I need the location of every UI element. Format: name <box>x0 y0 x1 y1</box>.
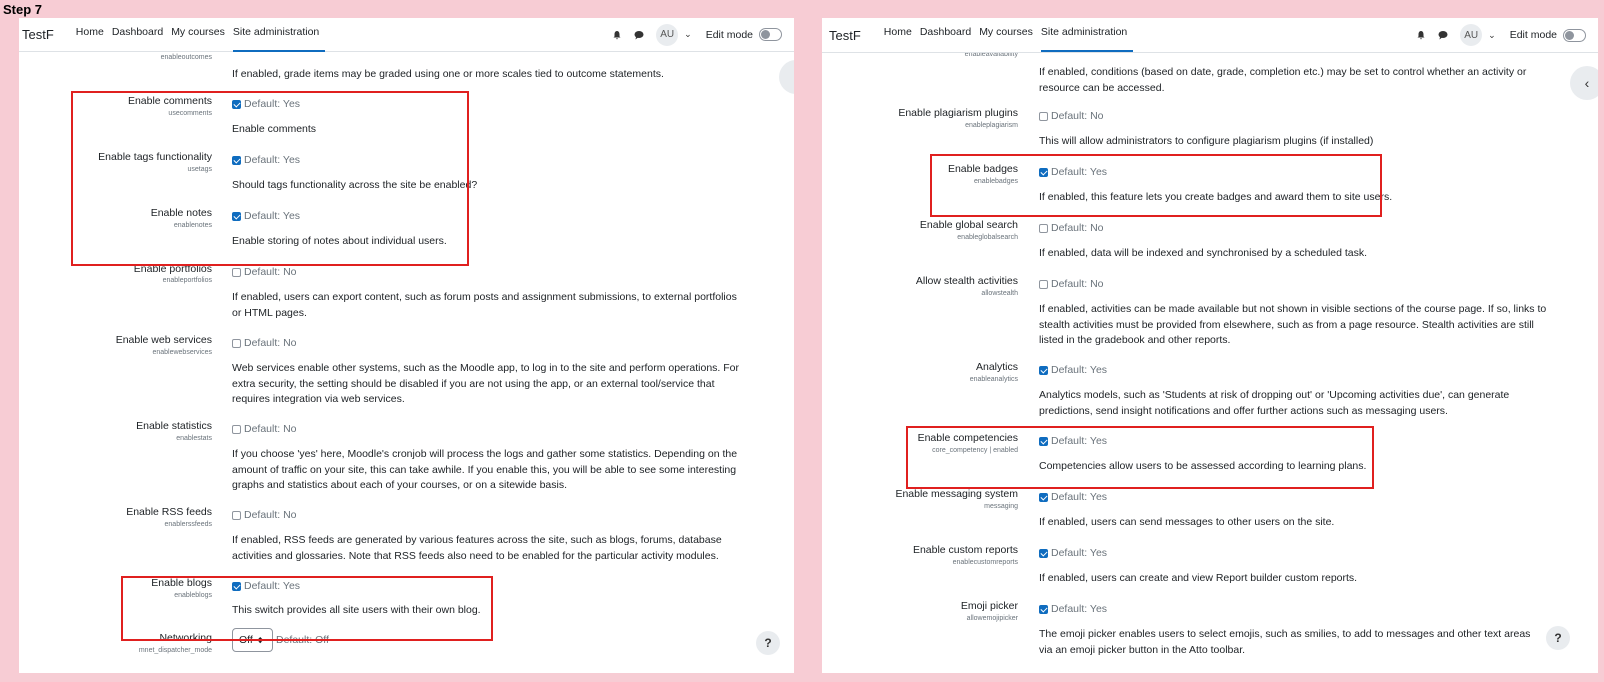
setting-title: Enable RSS feeds <box>126 506 212 518</box>
nav-my-courses[interactable]: My courses <box>171 18 231 52</box>
chevron-down-icon[interactable]: ⌄ <box>684 29 692 40</box>
setting-desc: The emoji picker enables users to select… <box>1039 628 1531 656</box>
setting-desc: Web services enable other systems, such … <box>232 362 739 405</box>
nav-dashboard[interactable]: Dashboard <box>112 18 169 52</box>
setting-key: enableportfolios <box>162 277 212 284</box>
nav-home[interactable]: Home <box>884 18 918 52</box>
avatar[interactable]: AU <box>656 23 679 46</box>
setting-title: Enable messaging system <box>895 488 1018 500</box>
left-screenshot: TestF Home Dashboard My courses Site adm… <box>19 18 794 673</box>
setting-key: messaging <box>984 503 1018 510</box>
chat-icon[interactable] <box>634 30 644 40</box>
setting-key: enableoutcomes <box>160 54 212 61</box>
checkbox[interactable] <box>1039 492 1048 502</box>
default-label: Default: No <box>244 266 297 278</box>
edit-mode-label: Edit mode <box>705 28 753 41</box>
help-button[interactable]: ? <box>1546 626 1570 650</box>
edit-mode-toggle[interactable] <box>1563 28 1586 42</box>
nav-home[interactable]: Home <box>76 18 110 52</box>
navbar: TestF Home Dashboard My courses Site adm… <box>822 18 1598 53</box>
highlight-box <box>930 154 1382 217</box>
bell-icon[interactable] <box>612 30 622 40</box>
setting-key: enablecustomreports <box>952 559 1018 566</box>
navbar: TestF Home Dashboard My courses Site adm… <box>19 18 794 52</box>
setting-title: Enable statistics <box>136 420 212 432</box>
checkbox[interactable] <box>1039 111 1048 121</box>
setting-desc: If enabled, RSS feeds are generated by v… <box>232 534 722 562</box>
default-label: Default: No <box>244 337 297 349</box>
setting-key: allowemojipicker <box>966 615 1018 622</box>
checkbox[interactable] <box>1039 548 1048 558</box>
setting-key: enableanalytics <box>969 376 1018 383</box>
bell-icon[interactable] <box>1416 30 1426 40</box>
checkbox[interactable] <box>1039 279 1048 289</box>
drawer-toggle-icon[interactable]: ‹ <box>1570 66 1598 100</box>
setting-desc: If you choose 'yes' here, Moodle's cronj… <box>232 448 738 491</box>
setting-desc: Analytics models, such as 'Students at r… <box>1039 389 1510 417</box>
default-label: Default: No <box>244 509 297 521</box>
setting-key: allowstealth <box>981 290 1018 297</box>
nav-site-administration[interactable]: Site administration <box>1040 18 1134 52</box>
default-label: Default: No <box>1051 110 1104 122</box>
checkbox[interactable] <box>232 267 241 277</box>
chat-icon[interactable] <box>1438 30 1448 40</box>
setting-title: Analytics <box>975 361 1018 373</box>
setting-title: Enable global search <box>919 219 1018 231</box>
setting-desc: If enabled, users can create and view Re… <box>1039 572 1358 584</box>
setting-desc: If enabled, data will be indexed and syn… <box>1039 247 1368 259</box>
default-label: Default: No <box>1051 278 1104 290</box>
default-label: Default: Yes <box>1051 364 1108 376</box>
setting-title: Enable custom reports <box>912 544 1018 556</box>
brand[interactable]: TestF <box>829 28 861 43</box>
default-label: Default: No <box>244 423 297 435</box>
setting-desc: This will allow administrators to config… <box>1039 135 1374 147</box>
chevron-down-icon[interactable]: ⌄ <box>1488 30 1496 41</box>
setting-key: enablewebservices <box>152 349 212 356</box>
help-button[interactable]: ? <box>756 631 780 655</box>
checkbox[interactable] <box>232 424 241 434</box>
highlight-box <box>906 426 1374 489</box>
setting-title: Enable plagiarism plugins <box>898 107 1018 119</box>
avatar[interactable]: AU <box>1460 24 1483 46</box>
setting-desc: If enabled, users can export content, su… <box>232 291 737 319</box>
drawer-toggle-icon[interactable]: ‹ <box>779 60 794 94</box>
default-label: Default: Yes <box>1051 491 1108 503</box>
default-label: Default: No <box>1051 222 1104 234</box>
setting-key: enableplagiarism <box>965 122 1018 129</box>
setting-title: Enable web services <box>115 334 212 346</box>
setting-key: mnet_dispatcher_mode <box>138 647 212 654</box>
checkbox[interactable] <box>232 510 241 520</box>
setting-desc: If enabled, conditions (based on date, g… <box>1039 66 1527 94</box>
setting-title: Emoji picker <box>960 600 1018 612</box>
setting-key: enablerssfeeds <box>164 521 212 528</box>
setting-key: enableglobalsearch <box>957 234 1018 241</box>
checkbox[interactable] <box>1039 604 1048 614</box>
default-label: Default: Yes <box>1051 603 1108 615</box>
edit-mode-label: Edit mode <box>1509 29 1557 41</box>
setting-title: Allow stealth activities <box>915 275 1018 287</box>
checkbox[interactable] <box>1039 223 1048 233</box>
nav-dashboard[interactable]: Dashboard <box>920 18 977 52</box>
brand[interactable]: TestF <box>22 27 54 42</box>
checkbox[interactable] <box>1039 365 1048 375</box>
setting-desc: If enabled, grade items may be graded us… <box>232 68 664 80</box>
edit-mode-toggle[interactable] <box>759 28 782 41</box>
nav-my-courses[interactable]: My courses <box>979 18 1039 52</box>
checkbox[interactable] <box>232 338 241 348</box>
default-label: Default: Yes <box>1051 547 1108 559</box>
highlight-box <box>71 91 469 266</box>
setting-desc: If enabled, activities can be made avail… <box>1039 303 1547 346</box>
highlight-box <box>121 576 493 641</box>
nav-site-administration[interactable]: Site administration <box>232 18 326 52</box>
setting-desc: If enabled, users can send messages to o… <box>1039 516 1335 528</box>
right-screenshot: TestF Home Dashboard My courses Site adm… <box>822 18 1598 673</box>
step-label: Step 7 <box>3 2 43 17</box>
setting-key: enablestats <box>176 435 212 442</box>
